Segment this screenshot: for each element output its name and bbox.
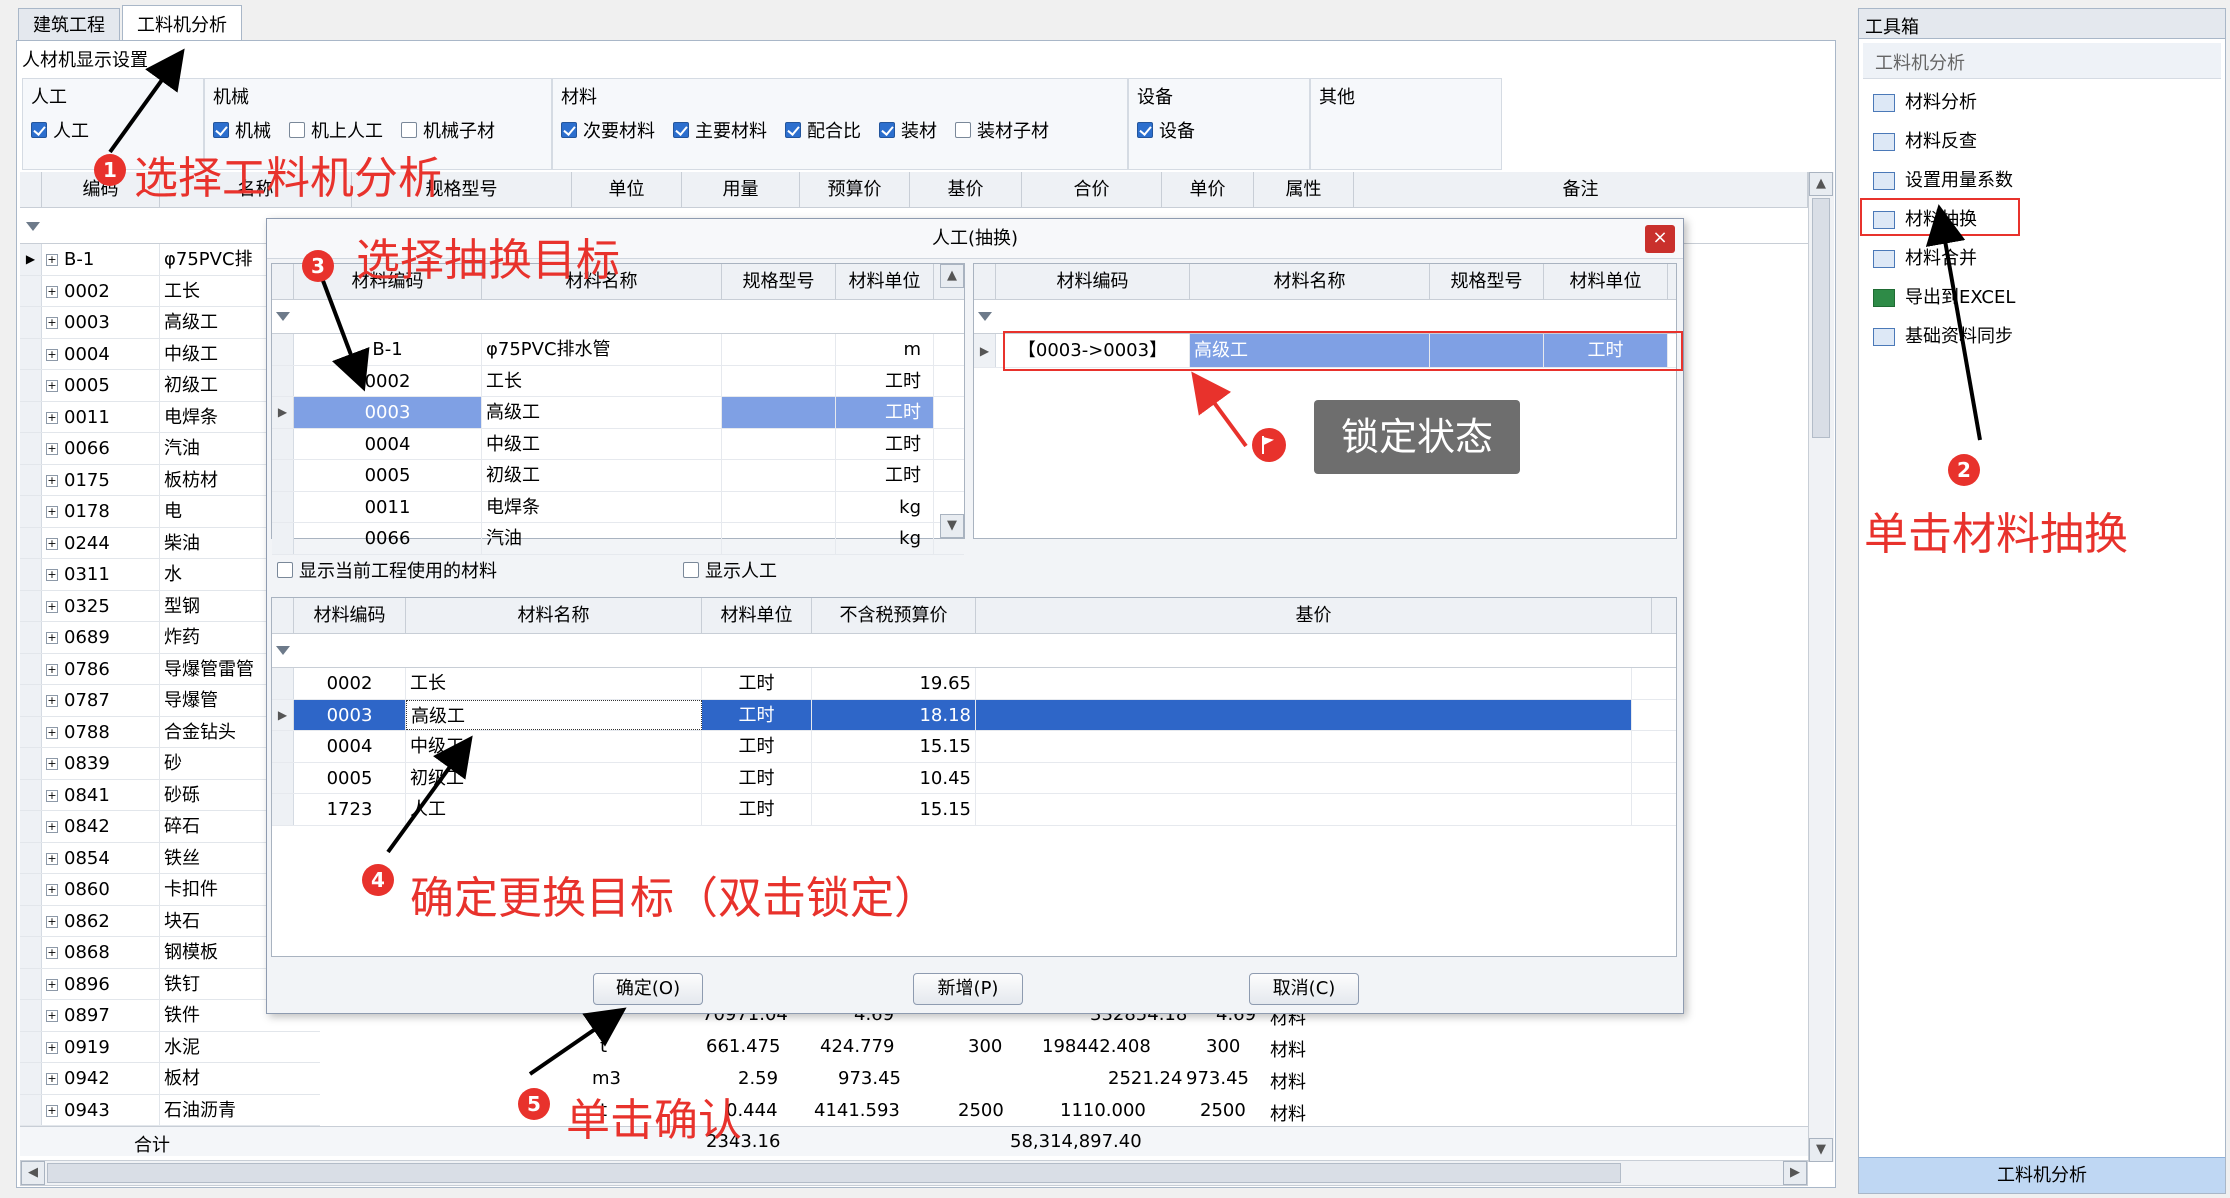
step-badge-5: 5 — [518, 1088, 550, 1120]
arrow-5 — [528, 1007, 627, 1076]
arrow-lock — [1191, 371, 1248, 448]
arrow-3 — [320, 277, 370, 392]
annotation-3: 选择抽换目标 — [356, 235, 620, 286]
step-badge-2: 2 — [1948, 454, 1980, 486]
arrow-1 — [108, 48, 185, 154]
arrow-2 — [1925, 204, 1982, 441]
step-badge-4: 4 — [362, 864, 394, 896]
annotation-1: 选择工料机分析 — [134, 153, 442, 204]
annotation-4: 确定更换目标（双击锁定） — [410, 873, 938, 924]
step-badge-3: 3 — [302, 250, 334, 282]
arrow-4 — [386, 735, 473, 854]
annotation-5: 单击确认 — [566, 1095, 742, 1146]
annotation-2: 单击材料抽换 — [1864, 509, 2128, 560]
step-badge-1: 1 — [94, 154, 126, 186]
